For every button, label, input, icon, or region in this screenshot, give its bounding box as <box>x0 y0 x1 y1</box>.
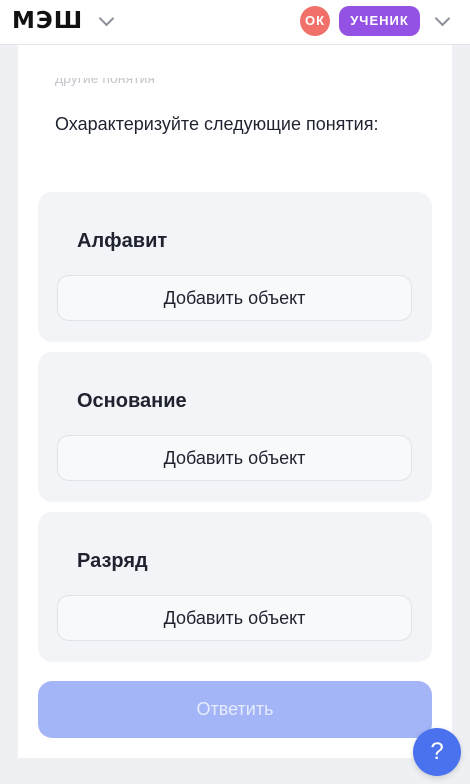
group-title: Основание <box>77 390 187 412</box>
status-badge[interactable]: ОК <box>300 6 330 36</box>
category-group-alphabet: Алфавит Добавить объект <box>38 192 432 342</box>
help-icon: ? <box>430 738 444 765</box>
answer-button[interactable]: Ответить <box>38 681 432 738</box>
add-object-button[interactable]: Добавить объект <box>57 435 412 481</box>
logo[interactable]: МЭШ <box>12 8 83 34</box>
chevron-down-icon[interactable] <box>434 10 451 27</box>
top-bar: МЭШ ОК УЧЕНИК <box>0 0 470 45</box>
question-text: Охарактеризуйте следующие понятия: <box>55 114 379 134</box>
category-group-base: Основание Добавить объект <box>38 352 432 502</box>
category-group-digit: Разряд Добавить объект <box>38 512 432 662</box>
chevron-down-icon[interactable] <box>98 10 115 27</box>
add-object-button[interactable]: Добавить объект <box>57 275 412 321</box>
group-title: Алфавит <box>77 230 168 252</box>
role-button[interactable]: УЧЕНИК <box>339 6 420 36</box>
scrolled-text: другие понятия <box>55 78 155 86</box>
help-button[interactable]: ? <box>413 728 461 776</box>
add-object-button[interactable]: Добавить объект <box>57 595 412 641</box>
group-title: Разряд <box>77 550 148 572</box>
